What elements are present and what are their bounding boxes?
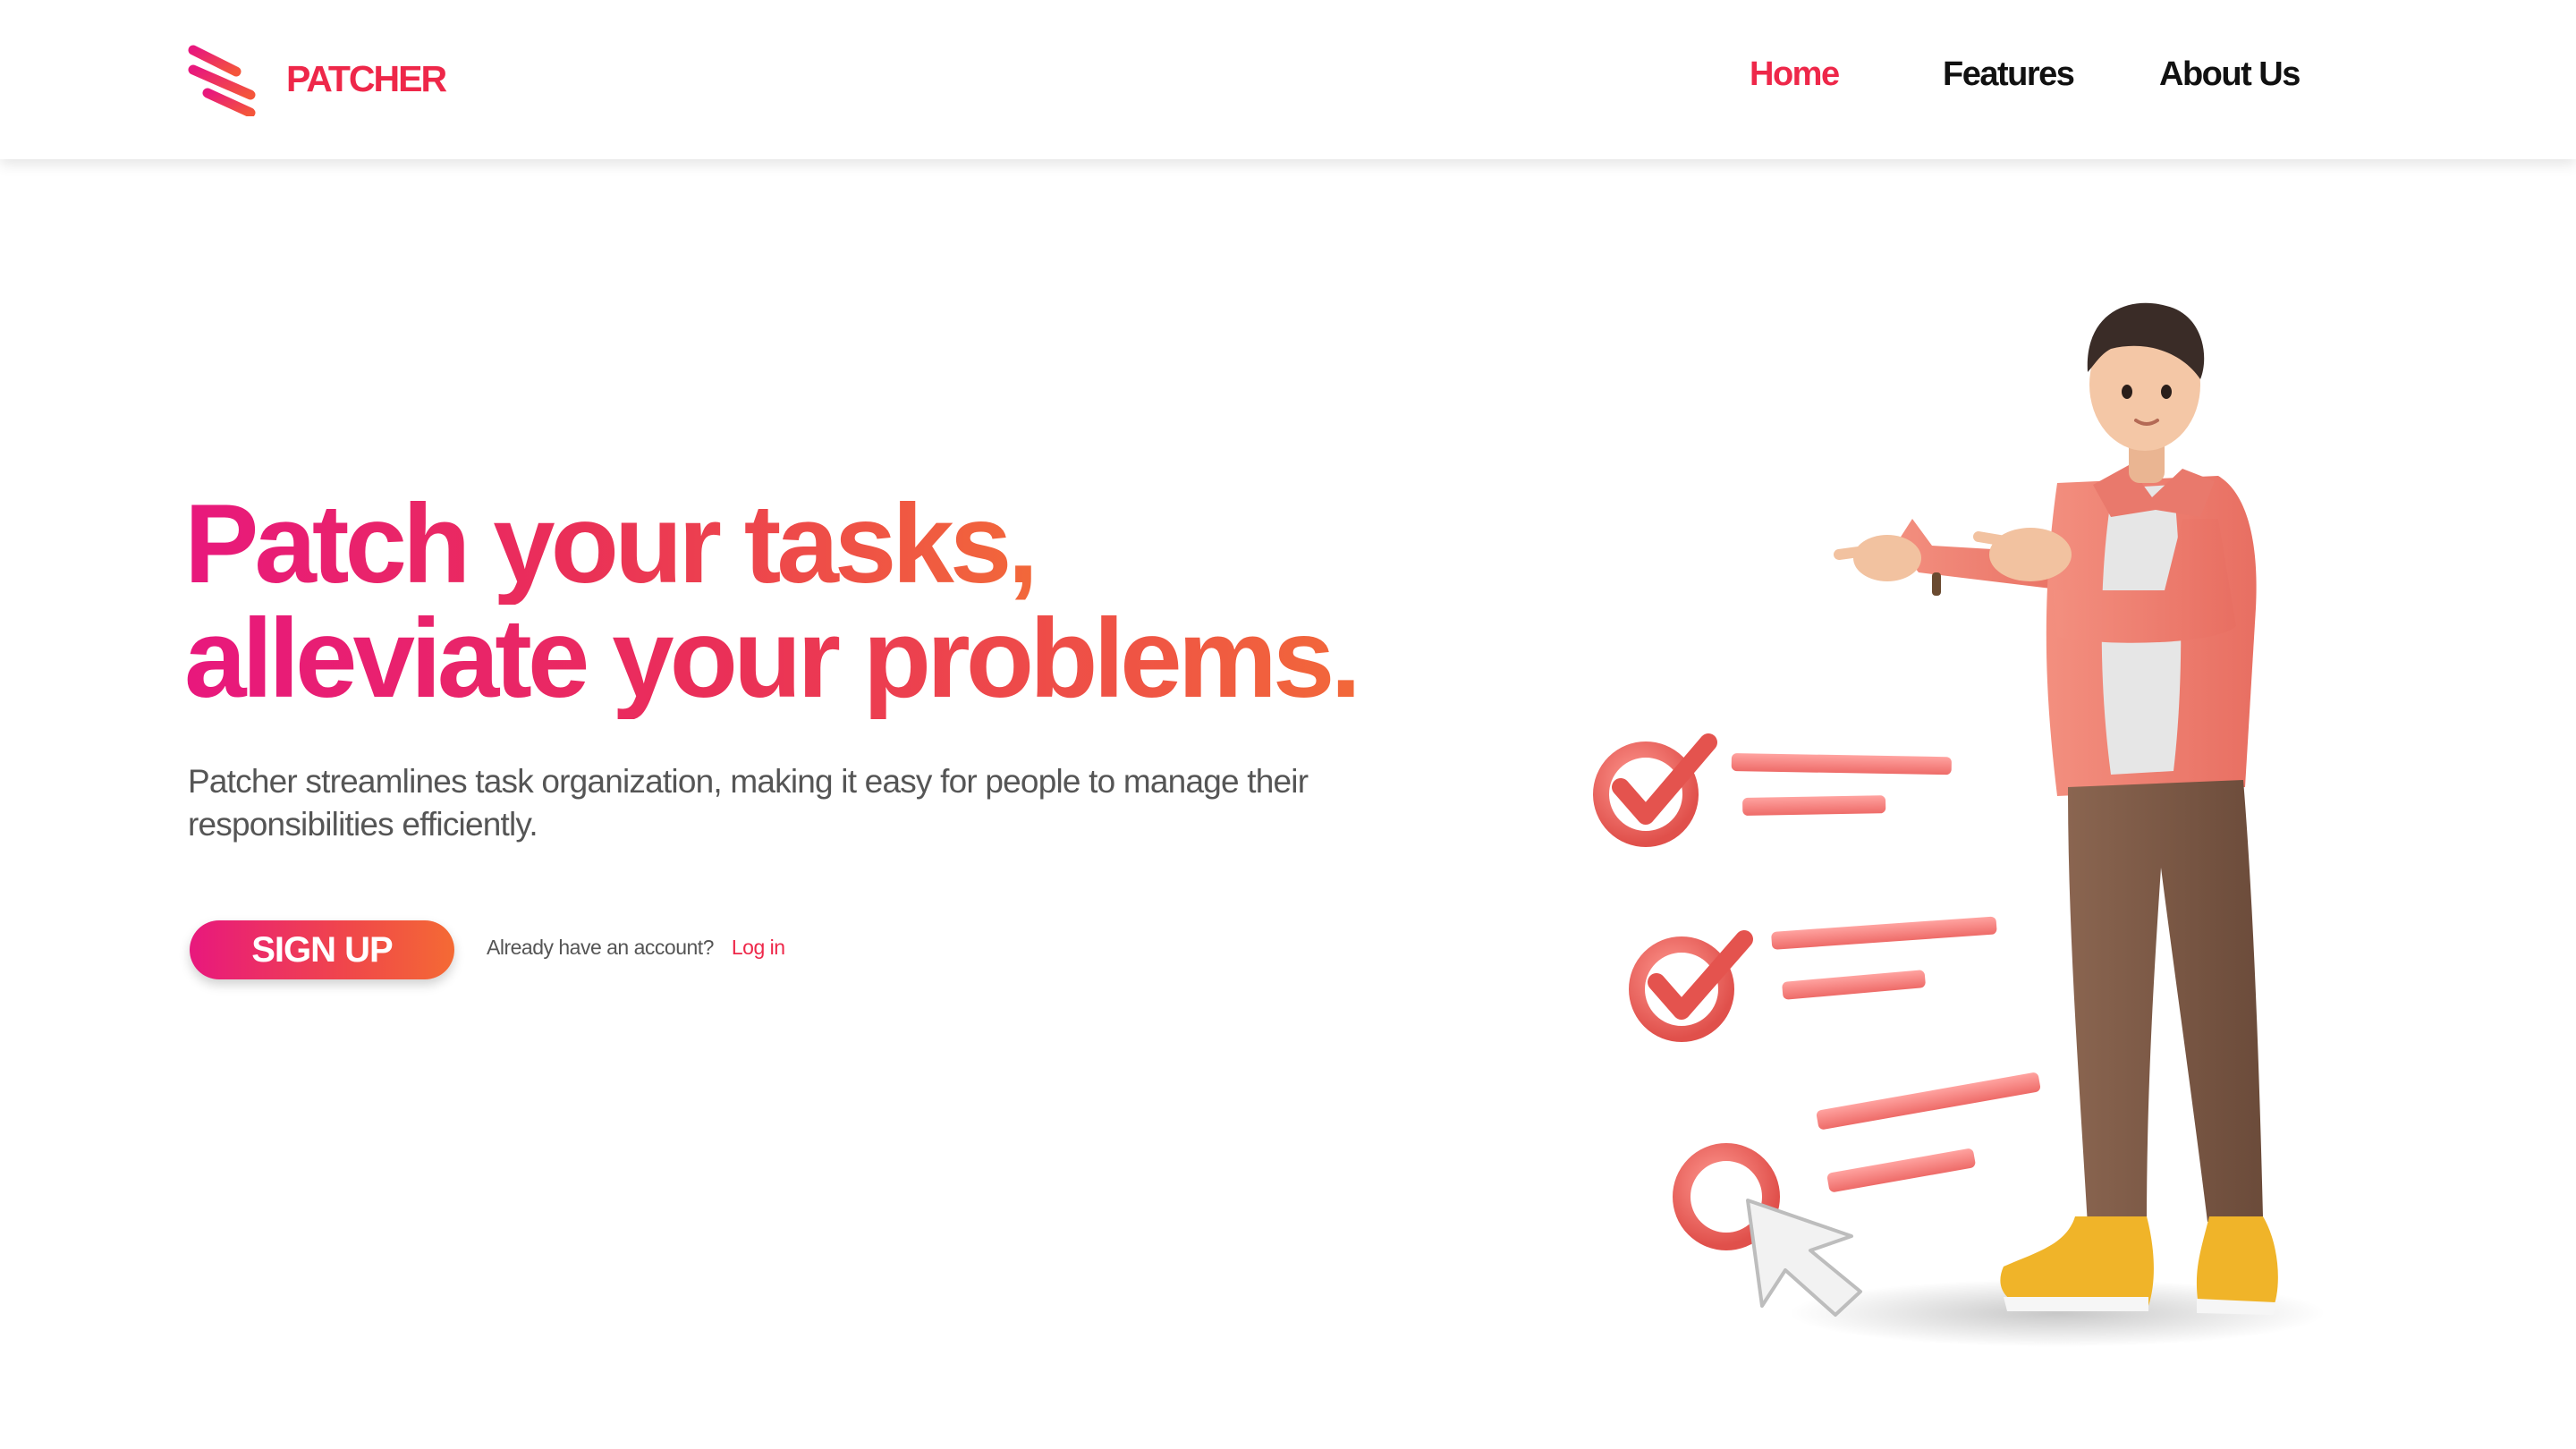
hero-description: Patcher streamlines task organization, m… [188,763,1309,843]
hero-illustration [1593,302,2326,1347]
mouse-cursor-icon [1746,1199,1862,1317]
top-navbar: PATCHER Home Features About Us [0,0,2576,159]
brand-name: PATCHER [286,57,447,99]
hero-headline: Patch your tasks, alleviate your problem… [184,482,1361,721]
nav-about-us-link[interactable]: About Us [2159,55,2301,94]
checklist-item-3 [1673,1072,2041,1317]
login-link[interactable]: Log in [732,936,785,959]
signup-button[interactable]: SIGN UP [190,920,454,979]
stripes-logo-icon [188,45,256,116]
login-prompt: Already have an account? Log in [487,936,785,960]
checklist-item-2 [1629,916,1997,1042]
hero-headline-line2: alleviate your problems. [184,597,1361,721]
check-circle-icon [1593,733,1717,847]
nav-home-link[interactable]: Home [1750,55,1840,94]
account-prompt-text: Already have an account? [487,936,714,959]
checklist-item-1 [1593,733,1952,847]
brand-logo[interactable]: PATCHER [184,41,447,116]
landing-page: PATCHER Home Features About Us Patch you… [0,0,2576,1449]
nav-features-link[interactable]: Features [1943,55,2075,94]
check-circle-icon [1629,930,1753,1042]
hero-headline-line1: Patch your tasks, [184,482,1038,606]
